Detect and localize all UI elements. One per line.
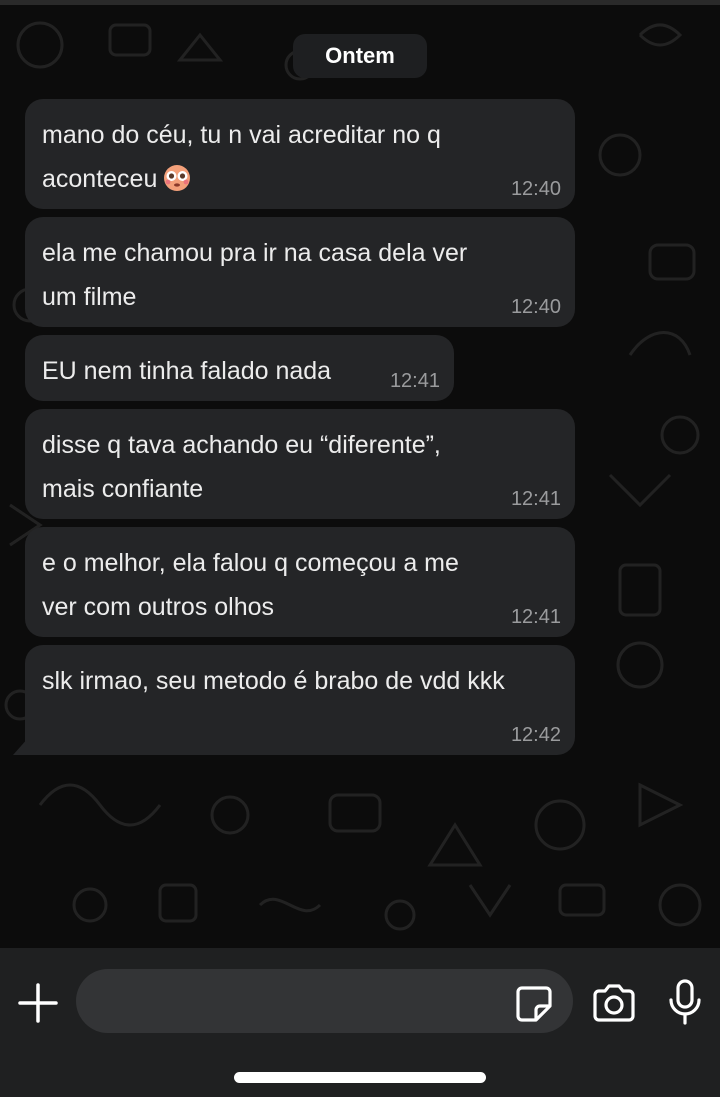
sticker-icon[interactable] — [514, 984, 554, 1024]
message-time: 12:41 — [389, 370, 440, 392]
message-text: mano do céu, tu n vai acreditar no q aco… — [42, 121, 441, 193]
home-indicator[interactable] — [234, 1072, 486, 1083]
message-text: slk irmao, seu metodo é brabo de vdd kkk — [42, 667, 505, 695]
message-text: disse q tava achando eu “diferente”, mai… — [42, 431, 441, 503]
message-time: 12:41 — [510, 488, 561, 510]
plus-icon[interactable] — [17, 982, 59, 1024]
chat-screen: Ontem mano do céu, tu n vai acreditar no… — [0, 0, 720, 1097]
message-bubble[interactable]: mano do céu, tu n vai acreditar no q aco… — [25, 99, 575, 209]
message-bubble[interactable]: e o melhor, ela falou q começou a me ver… — [25, 527, 575, 637]
message-text: EU nem tinha falado nada — [42, 357, 332, 385]
camera-icon[interactable] — [591, 983, 637, 1023]
message-list[interactable]: Ontem mano do céu, tu n vai acreditar no… — [0, 0, 720, 948]
message-time: 12:41 — [510, 606, 561, 628]
message-text: ela me chamou pra ir na casa dela ver um… — [42, 239, 468, 311]
message-bubble[interactable]: disse q tava achando eu “diferente”, mai… — [25, 409, 575, 519]
date-separator: Ontem — [293, 34, 427, 78]
message-text: e o melhor, ela falou q começou a me ver… — [42, 549, 459, 621]
message-time: 12:40 — [510, 296, 561, 318]
flushed-face-emoji — [164, 165, 191, 191]
message-bubble[interactable]: ela me chamou pra ir na casa dela ver um… — [25, 217, 575, 327]
message-bubble[interactable]: EU nem tinha falado nada 12:41 — [25, 335, 454, 401]
microphone-icon[interactable] — [666, 979, 704, 1025]
message-time: 12:42 — [510, 724, 561, 746]
message-input[interactable] — [76, 969, 573, 1033]
message-bubble[interactable]: slk irmao, seu metodo é brabo de vdd kkk… — [13, 645, 575, 755]
message-time: 12:40 — [510, 178, 561, 200]
